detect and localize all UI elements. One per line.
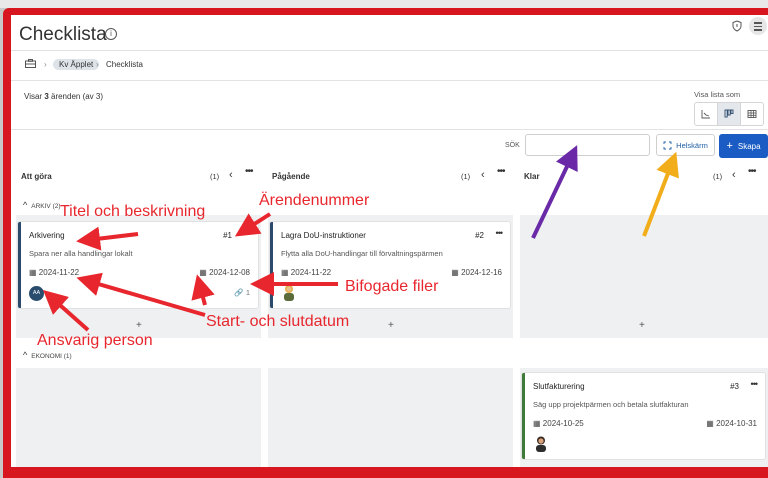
arrow-person [43,290,90,332]
arrow-start-date [76,272,206,317]
annotation-number: Ärendenummer [259,192,370,209]
arrow-end-date [191,274,215,306]
arrow-number [234,212,272,237]
annotation-title-desc: Titel och beskrivning [60,203,206,220]
annotation-person: Ansvarig person [37,332,153,349]
annotation-files: Bifogade filer [345,278,439,295]
annotation-arrows [43,145,679,332]
arrow-fullscreen [642,151,679,237]
annotation-dates: Start- och slutdatum [206,313,350,330]
arrow-title [76,226,139,251]
arrow-search [531,145,578,239]
